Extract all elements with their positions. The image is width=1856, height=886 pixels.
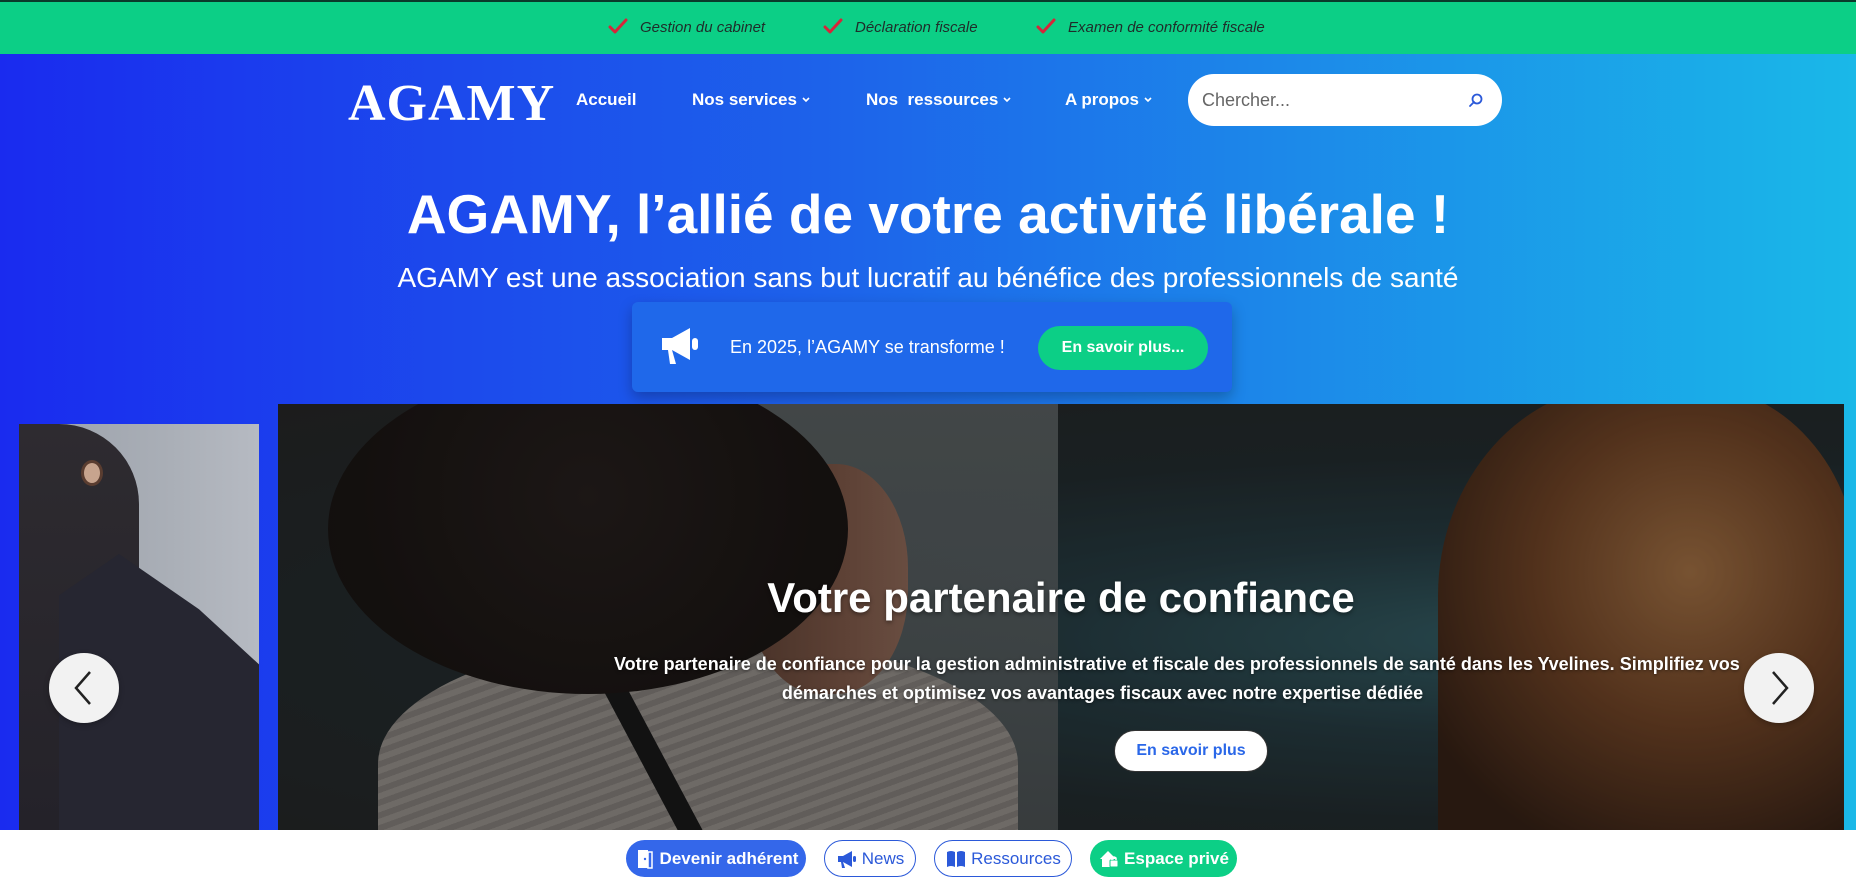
private-space-label: Espace privé [1124,848,1229,868]
private-space-button[interactable]: Espace privé [1090,840,1237,877]
feature-label: Déclaration fiscale [855,18,978,36]
check-icon [823,18,843,34]
slide-title: Votre partenaire de confiance [767,574,1355,621]
nav-item-a-propos[interactable]: A propos [1065,90,1153,110]
nav-label: A propos [1065,90,1139,109]
top-feature-bar: Gestion du cabinet Déclaration fiscale E… [0,0,1856,54]
announcement-text: En 2025, l’AGAMY se transforme ! [730,337,1005,357]
slide-description-line: démarches et optimisez vos avantages fis… [781,683,1424,703]
feature-label: Gestion du cabinet [640,18,766,36]
carousel-slide-previous[interactable] [19,424,259,830]
nav-label: Accueil [576,90,637,109]
nav-item-accueil[interactable]: Accueil [576,90,636,110]
site-logo[interactable]: AGAMY [348,74,555,133]
chevron-down-icon [1144,97,1152,103]
nav-item-nos-services[interactable]: Nos services [692,90,811,110]
carousel-prev-button[interactable] [49,653,119,723]
slide-description: Votre partenaire de confiance pour la ge… [614,650,1844,708]
search-box [1188,74,1502,126]
feature-item: Examen de conformité fiscale [1036,18,1265,36]
feature-item: Gestion du cabinet [608,18,765,36]
announcement-button[interactable]: En savoir plus... [1038,326,1208,370]
carousel-next-button[interactable] [1744,653,1814,723]
become-member-button[interactable]: Devenir adhérent [626,840,806,877]
check-icon [608,18,628,34]
house-lock-icon [1100,850,1119,867]
news-button[interactable]: News [824,840,916,877]
search-input[interactable] [1202,89,1452,111]
hero-title: AGAMY, l’allié de votre activité libéral… [406,183,1450,245]
check-icon [1036,18,1056,34]
hero-subtitle: AGAMY est une association sans but lucra… [397,262,1459,293]
slide-description-line: Votre partenaire de confiance pour la ge… [614,654,1740,674]
feature-label: Examen de conformité fiscale [1068,18,1265,36]
chevron-down-icon [1003,97,1011,103]
slide-photo-part [81,460,103,486]
search-icon [1469,93,1483,107]
carousel-slide-active: Votre partenaire de confiance Votre part… [278,404,1844,830]
announcement-card: En 2025, l’AGAMY se transforme ! En savo… [632,302,1232,392]
feature-item: Déclaration fiscale [823,18,978,36]
nav-label: Nos ressources [866,90,999,109]
resources-button[interactable]: Ressources [934,840,1072,877]
news-label: News [861,848,905,868]
slide-cta-button[interactable]: En savoir plus [1114,730,1268,772]
bottom-action-bar: Devenir adhérent News Ressources Espace … [0,830,1856,886]
nav-item-nos-ressources[interactable]: Nos ressources [866,90,1012,110]
book-icon [947,850,966,867]
megaphone-icon [662,328,698,364]
become-member-label: Devenir adhérent [659,848,799,868]
nav-label: Nos services [692,90,797,109]
chevron-right-icon [1772,671,1789,705]
chevron-left-icon [74,671,91,705]
search-button[interactable] [1462,86,1490,114]
chevron-down-icon [802,97,810,103]
door-icon [637,849,653,869]
megaphone-icon [837,850,856,868]
resources-label: Ressources [971,848,1061,868]
